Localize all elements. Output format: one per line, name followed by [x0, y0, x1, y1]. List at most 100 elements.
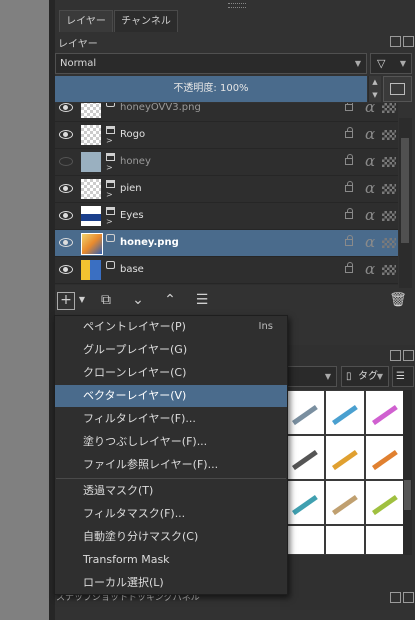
alpha-lock-icon[interactable]: α — [365, 103, 375, 116]
brush-scrollbar[interactable] — [403, 390, 412, 555]
layer-name[interactable]: pien — [120, 176, 142, 202]
menu-item-vector-layer[interactable]: ベクターレイヤー(V) — [55, 385, 287, 407]
duplicate-layer-icon[interactable]: ⧉ — [95, 289, 117, 311]
layer-filter-button[interactable]: ▽ ▼ — [370, 53, 412, 74]
inherit-alpha-icon[interactable] — [382, 184, 396, 194]
visibility-eye-icon[interactable] — [59, 184, 73, 193]
layer-row[interactable]: > Eyes α — [55, 203, 398, 230]
menu-item-fill-layer[interactable]: 塗りつぶしレイヤー(F)... — [55, 431, 287, 453]
group-layer-icon — [106, 180, 115, 188]
move-layer-down-icon[interactable]: ⌄ — [127, 289, 149, 311]
menu-item-filter-layer[interactable]: フィルタレイヤー(F)... — [55, 408, 287, 430]
expand-chevron-icon[interactable]: > — [106, 136, 113, 145]
layer-name[interactable]: honey — [120, 149, 151, 175]
brush-preset[interactable] — [325, 390, 365, 435]
visibility-eye-icon[interactable] — [59, 103, 73, 112]
menu-item-colorize-mask[interactable]: 自動塗り分けマスク(C) — [55, 526, 287, 548]
brush-preset[interactable] — [285, 435, 325, 480]
alpha-lock-icon[interactable]: α — [365, 179, 375, 197]
menu-item-filter-mask[interactable]: フィルタマスク(F)... — [55, 503, 287, 525]
alpha-lock-icon[interactable]: α — [365, 233, 375, 251]
inherit-alpha-icon[interactable] — [382, 103, 396, 113]
tab-channels[interactable]: チャンネル — [114, 10, 178, 32]
layers-scrollbar[interactable] — [399, 118, 412, 288]
visibility-eye-icon[interactable] — [59, 130, 73, 139]
delete-layer-icon[interactable]: 🗑 — [387, 289, 409, 311]
layer-name[interactable]: honey.png — [120, 230, 179, 256]
expand-chevron-icon[interactable]: > — [106, 163, 113, 172]
menu-item-clone-layer[interactable]: クローンレイヤー(C) — [55, 362, 287, 384]
expand-chevron-icon[interactable]: > — [106, 190, 113, 199]
lock-icon[interactable] — [345, 103, 353, 111]
dock-grip-handle[interactable] — [228, 3, 246, 8]
add-layer-dropdown-icon[interactable]: ▼ — [77, 289, 87, 311]
inherit-alpha-icon[interactable] — [382, 157, 396, 167]
lock-icon[interactable] — [345, 127, 353, 138]
brush-preset[interactable] — [325, 525, 365, 555]
lock-icon[interactable] — [345, 208, 353, 219]
inherit-alpha-icon[interactable] — [382, 130, 396, 140]
spin-down-icon[interactable]: ▼ — [369, 89, 381, 102]
brush-preset-grid[interactable] — [285, 390, 405, 555]
scrollbar-thumb[interactable] — [404, 480, 411, 510]
layer-properties-icon[interactable]: ☰ — [191, 289, 213, 311]
layer-name[interactable]: Rogo — [120, 122, 145, 148]
tab-layers[interactable]: レイヤー — [59, 10, 113, 32]
brush-preset[interactable] — [365, 390, 405, 435]
brush-preset[interactable] — [365, 480, 405, 525]
layer-name[interactable]: honeyOVV3.png — [120, 103, 201, 121]
visibility-eye-icon[interactable] — [59, 265, 73, 274]
menu-item-local-selection[interactable]: ローカル選択(L) — [55, 572, 287, 594]
brush-view-mode-button[interactable]: ☰ — [392, 366, 414, 387]
brush-preset[interactable] — [285, 390, 325, 435]
brush-preset[interactable] — [325, 435, 365, 480]
alpha-lock-icon[interactable]: α — [365, 152, 375, 170]
brush-preset[interactable] — [285, 480, 325, 525]
layer-row[interactable]: > honey α — [55, 149, 398, 176]
menu-item-transform-mask[interactable]: Transform Mask — [55, 549, 287, 571]
menu-item-file-layer[interactable]: ファイル参照レイヤー(F)... — [55, 454, 287, 476]
move-layer-up-icon[interactable]: ⌃ — [159, 289, 181, 311]
alpha-lock-icon[interactable]: α — [365, 206, 375, 224]
opacity-spinbox[interactable]: ▲ ▼ — [368, 76, 381, 102]
blend-mode-select[interactable]: Normal ▼ — [55, 53, 367, 74]
layers-list[interactable]: honeyOVV3.png α > Rogo α > honey α > pie… — [55, 103, 398, 285]
opacity-slider[interactable]: 不透明度: 100% — [55, 76, 367, 102]
layer-view-mode-button[interactable] — [383, 76, 412, 102]
visibility-eye-icon[interactable] — [59, 211, 73, 220]
canvas-area[interactable] — [0, 0, 49, 620]
alpha-lock-icon[interactable]: α — [365, 125, 375, 143]
menu-item-group-layer[interactable]: グループレイヤー(G) — [55, 339, 287, 361]
lock-icon[interactable] — [345, 181, 353, 192]
brush-preset[interactable] — [285, 525, 325, 555]
add-layer-icon[interactable]: + — [57, 292, 75, 310]
inherit-alpha-icon[interactable] — [382, 265, 396, 275]
layer-row-selected[interactable]: honey.png α — [55, 230, 398, 257]
layer-row[interactable]: base α — [55, 257, 398, 284]
expand-chevron-icon[interactable]: > — [106, 217, 113, 226]
brush-preset[interactable] — [325, 480, 365, 525]
lock-icon[interactable] — [345, 235, 353, 246]
layer-row[interactable]: honeyOVV3.png α — [55, 103, 398, 122]
alpha-lock-icon[interactable]: α — [365, 260, 375, 278]
brush-preset[interactable] — [365, 435, 405, 480]
layer-row[interactable]: > pien α — [55, 176, 398, 203]
layer-name[interactable]: base — [120, 257, 144, 283]
menu-item-paint-layer[interactable]: ペイントレイヤー(P) Ins — [55, 316, 287, 338]
visibility-eye-icon[interactable] — [59, 157, 73, 166]
spin-up-icon[interactable]: ▲ — [369, 76, 381, 89]
lock-icon[interactable] — [345, 154, 353, 165]
inherit-alpha-icon[interactable] — [382, 238, 396, 248]
group-layer-icon — [106, 153, 115, 161]
visibility-eye-icon[interactable] — [59, 238, 73, 247]
menu-item-transparency-mask[interactable]: 透過マスク(T) — [55, 480, 287, 502]
brush-preset[interactable] — [365, 525, 405, 555]
tag-icon: ▯ — [346, 371, 352, 382]
brush-tag-combo[interactable]: ▼ — [285, 366, 337, 387]
lock-icon[interactable] — [345, 262, 353, 273]
scrollbar-thumb[interactable] — [401, 138, 409, 243]
brush-tag-select[interactable]: ▯ タグ ▼ — [341, 366, 389, 387]
layer-name[interactable]: Eyes — [120, 203, 144, 229]
layer-row[interactable]: > Rogo α — [55, 122, 398, 149]
inherit-alpha-icon[interactable] — [382, 211, 396, 221]
